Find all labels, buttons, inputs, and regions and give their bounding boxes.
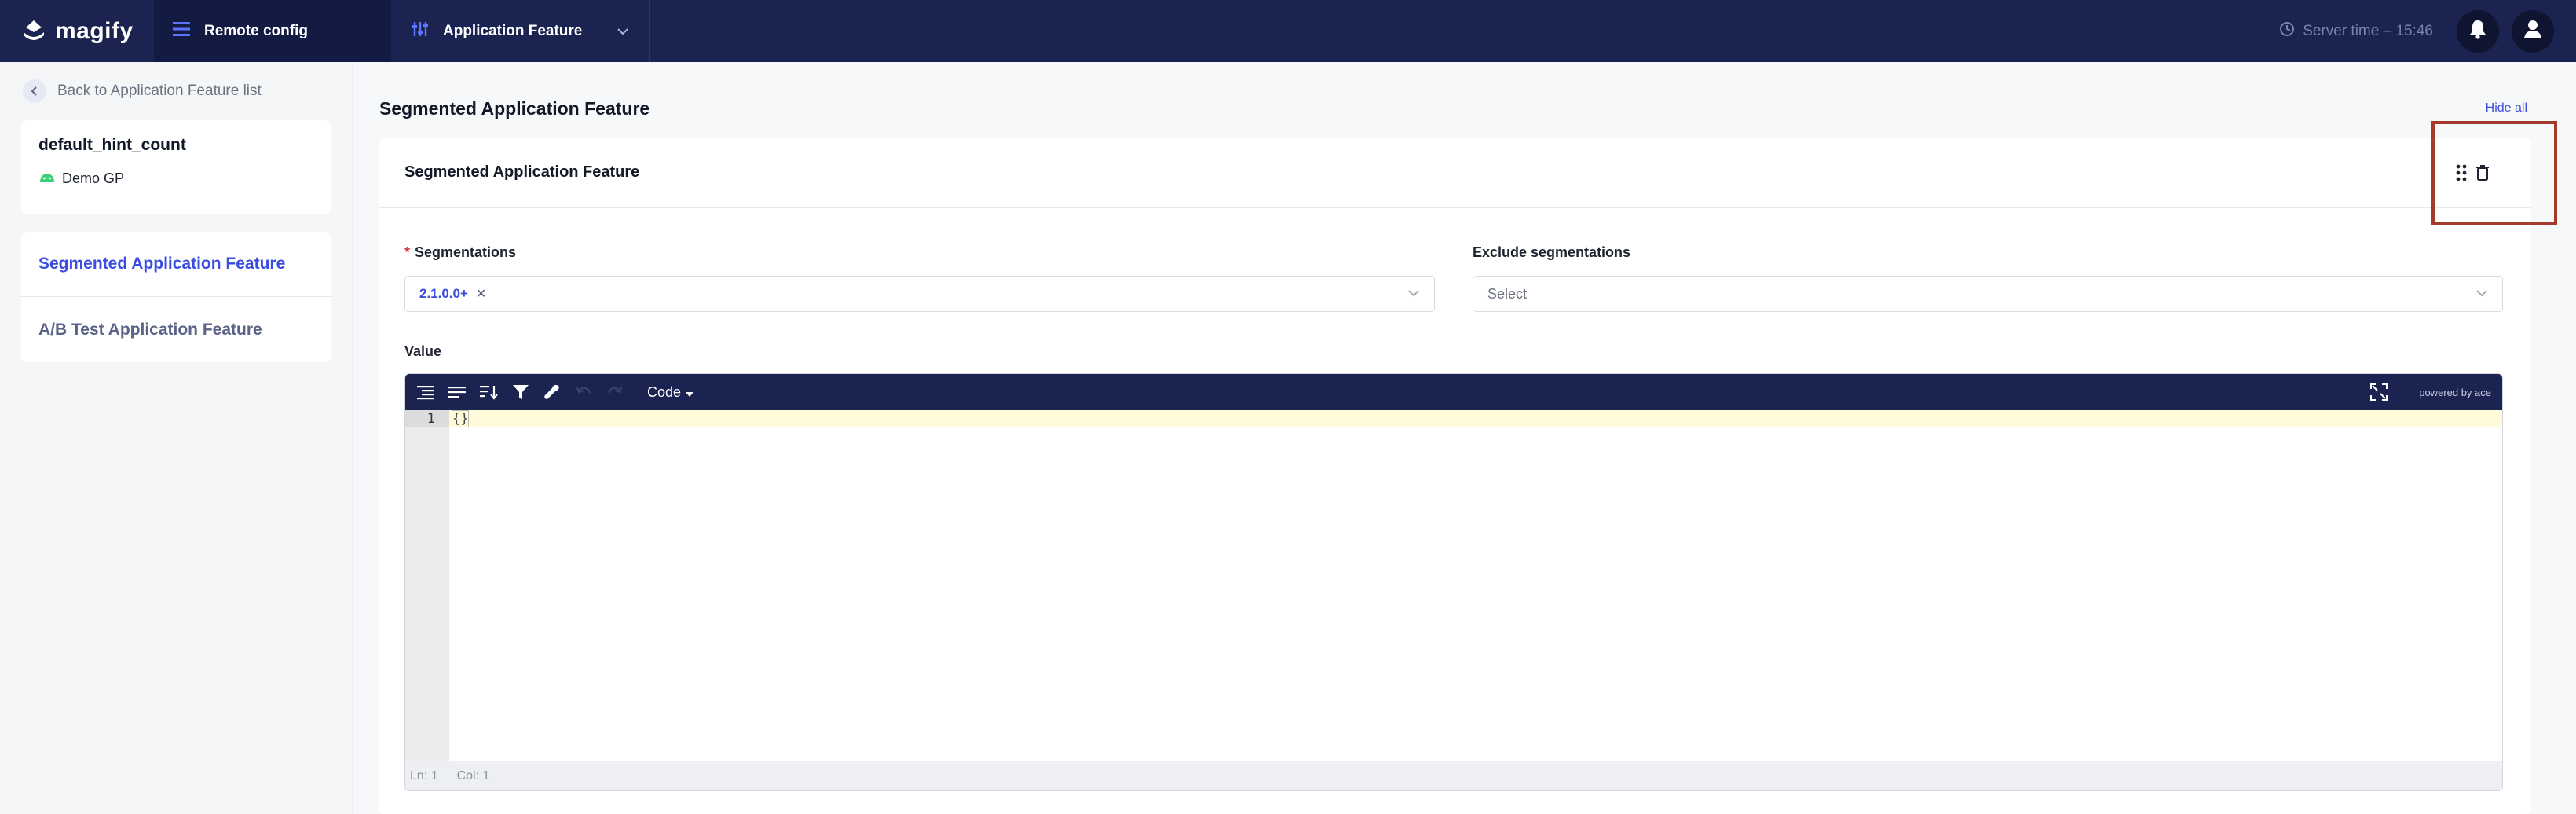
sort-icon[interactable] [478, 380, 501, 404]
editor-gutter: 1 [405, 410, 449, 762]
nav-remote-config-label: Remote config [204, 22, 308, 39]
filter-icon[interactable] [509, 380, 532, 404]
nav-remote-config[interactable]: Remote config [154, 0, 391, 62]
menu-item-ab-test[interactable]: A/B Test Application Feature [21, 297, 331, 362]
active-line-highlight [449, 410, 2502, 427]
app-name-text: Demo GP [62, 170, 125, 186]
chevron-left-icon [23, 79, 46, 103]
segmentation-tag: 2.1.0.0+ ✕ [419, 286, 486, 302]
back-to-list-link[interactable]: Back to Application Feature list [21, 62, 331, 120]
user-profile-button[interactable] [2512, 9, 2554, 53]
editor-body[interactable]: 1 {} [405, 410, 2502, 762]
format-icon[interactable] [415, 380, 438, 404]
sidebar: Back to Application Feature list default… [0, 62, 352, 814]
menu-item-segmented[interactable]: Segmented Application Feature [21, 232, 331, 297]
fullscreen-icon[interactable] [2367, 380, 2391, 404]
segmentations-label: * Segmentations [404, 244, 517, 260]
delete-icon[interactable] [2476, 164, 2489, 185]
compact-icon[interactable] [446, 380, 470, 404]
server-time-text: Server time – 15:46 [2303, 22, 2433, 39]
redo-icon[interactable] [603, 380, 627, 404]
drag-handle-icon[interactable] [2456, 164, 2467, 185]
cursor-line: Ln: 1 [410, 768, 438, 783]
menu-icon [173, 21, 190, 42]
main-content: Segmented Application Feature Hide all S… [352, 62, 2576, 814]
feature-panel: Segmented Application Feature * Segmentat… [379, 138, 2531, 814]
editor-mode-select[interactable]: Code [647, 383, 694, 401]
chevron-down-icon [2475, 287, 2488, 301]
chevron-down-icon [617, 23, 629, 40]
remove-tag-icon[interactable]: ✕ [476, 286, 486, 302]
android-icon [38, 170, 56, 187]
brand[interactable]: magify [0, 0, 154, 62]
app-name: Demo GP [38, 170, 313, 187]
user-icon [2523, 19, 2542, 43]
panel-header: Segmented Application Feature [379, 138, 2531, 208]
server-time: Server time – 15:46 [2279, 21, 2433, 42]
editor-toolbar: Code powered by ace [405, 374, 2502, 410]
clock-icon [2279, 21, 2295, 42]
cursor-column: Col: 1 [456, 768, 490, 783]
repair-wrench-icon[interactable] [540, 380, 564, 404]
chevron-down-icon [1407, 287, 1420, 301]
back-link-label: Back to Application Feature list [57, 82, 262, 99]
feature-type-menu: Segmented Application Feature A/B Test A… [21, 232, 331, 362]
exclude-segmentations-select[interactable]: Select [1473, 276, 2503, 312]
segmentations-select[interactable]: 2.1.0.0+ ✕ [404, 276, 1435, 312]
brand-name: magify [55, 17, 134, 44]
notifications-button[interactable] [2457, 9, 2499, 53]
sliders-icon [412, 20, 429, 42]
required-marker: * [404, 244, 411, 260]
editor-content[interactable]: {} [451, 410, 470, 427]
undo-icon[interactable] [572, 380, 595, 404]
line-number: 1 [405, 410, 449, 427]
powered-by-ace[interactable]: powered by ace [2419, 387, 2491, 398]
top-navigation-bar: magify Remote config Application Feature [0, 0, 2576, 62]
bell-icon [2468, 19, 2487, 43]
feature-key: default_hint_count [38, 136, 186, 154]
json-editor[interactable]: Code powered by ace 1 {} Ln: 1 Col: 1 [404, 373, 2503, 791]
caret-down-icon [686, 384, 694, 401]
editor-mode-label: Code [647, 383, 682, 400]
magify-logo-icon [20, 18, 47, 45]
page-title: Segmented Application Feature [379, 98, 650, 119]
panel-title: Segmented Application Feature [404, 163, 640, 181]
editor-status-bar: Ln: 1 Col: 1 [405, 761, 2502, 790]
value-label: Value [404, 343, 442, 359]
exclude-segmentations-label: Exclude segmentations [1473, 244, 1631, 260]
segmentation-tag-label: 2.1.0.0+ [419, 286, 468, 301]
exclude-select-placeholder: Select [1487, 285, 1528, 302]
hide-all-link[interactable]: Hide all [2486, 101, 2527, 116]
nav-application-feature-dropdown[interactable]: Application Feature [391, 0, 650, 62]
nav-application-feature-label: Application Feature [443, 22, 583, 39]
feature-info-card: default_hint_count Demo GP [21, 120, 331, 214]
